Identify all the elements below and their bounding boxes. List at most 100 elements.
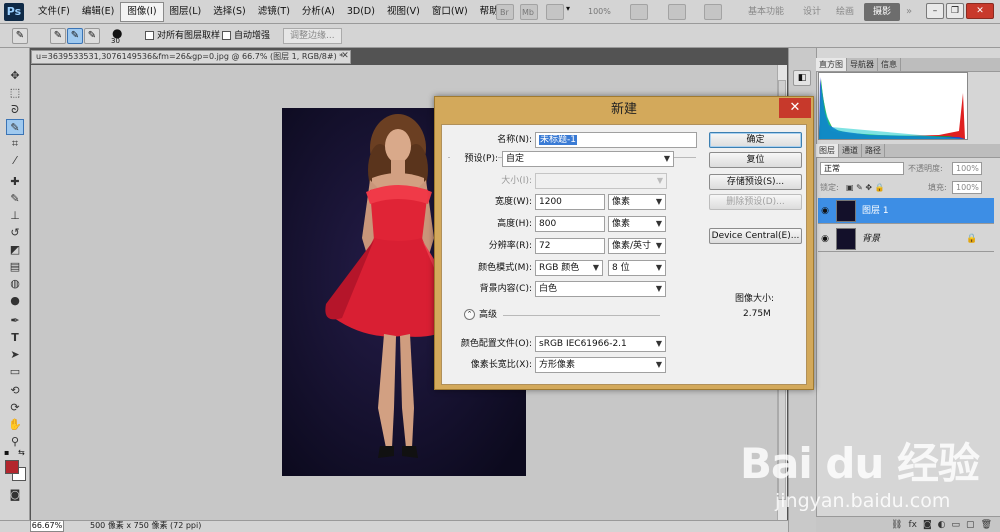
- close-icon[interactable]: ✕: [779, 98, 811, 118]
- tab-histogram[interactable]: 直方图: [816, 58, 847, 71]
- preset-select[interactable]: 自定 ▼: [502, 151, 674, 167]
- new-selection-icon[interactable]: ✎: [50, 28, 66, 44]
- eye-icon[interactable]: ◉: [818, 198, 832, 224]
- hand-tool-icon[interactable]: ✋: [6, 417, 24, 433]
- history-brush-tool-icon[interactable]: ↺: [6, 225, 24, 241]
- close-window-icon[interactable]: ✕: [966, 3, 994, 19]
- gradient-tool-icon[interactable]: ▤: [6, 259, 24, 275]
- tab-paths[interactable]: 路径: [862, 144, 885, 157]
- blur-tool-icon[interactable]: ◍: [6, 276, 24, 292]
- workspace-design[interactable]: 设计: [803, 0, 821, 24]
- pen-tool-icon[interactable]: ✒: [6, 313, 24, 329]
- screen-mode-icon[interactable]: [704, 4, 722, 20]
- height-input[interactable]: 800: [535, 216, 605, 232]
- workspace-photography[interactable]: 摄影: [864, 3, 900, 21]
- menu-select[interactable]: 选择(S): [207, 0, 251, 24]
- color-profile-select[interactable]: sRGB IEC61966-2.1 ▼: [535, 336, 666, 352]
- refine-edge-button[interactable]: 调整边缘...: [283, 28, 342, 44]
- fill-field[interactable]: 100%: [952, 181, 982, 194]
- eyedropper-tool-icon[interactable]: ⁄: [6, 153, 24, 169]
- crop-tool-icon[interactable]: ⌗: [6, 136, 24, 152]
- auto-enhance-checkbox[interactable]: [222, 31, 231, 40]
- menu-filter[interactable]: 滤镜(T): [252, 0, 296, 24]
- reset-button[interactable]: 复位: [709, 152, 802, 168]
- layer-row[interactable]: ◉ 图层 1: [818, 198, 994, 224]
- color-mode-select[interactable]: RGB 颜色 ▼: [535, 260, 603, 276]
- adjustments-panel-icon[interactable]: ◧: [793, 70, 811, 86]
- bridge-icon[interactable]: Br: [496, 4, 514, 20]
- lock-icons[interactable]: ▣ ✎ ✥ 🔒: [846, 181, 885, 194]
- eraser-tool-icon[interactable]: ◩: [6, 242, 24, 258]
- add-mask-icon[interactable]: ◙: [923, 517, 932, 532]
- document-tab[interactable]: u=3639533531,3076149536&fm=26&gp=0.jpg @…: [31, 50, 351, 64]
- menu-analysis[interactable]: 分析(A): [296, 0, 341, 24]
- 3d-orbit-tool-icon[interactable]: ⟳: [6, 400, 24, 416]
- marquee-tool-icon[interactable]: ⬚: [6, 85, 24, 101]
- menu-view[interactable]: 视图(V): [381, 0, 426, 24]
- minimize-icon[interactable]: –: [926, 3, 944, 19]
- eye-icon[interactable]: ◉: [818, 226, 832, 252]
- arrange-documents-icon[interactable]: [668, 4, 686, 20]
- zoom-level-menu[interactable]: 100%: [588, 0, 611, 24]
- tab-navigator[interactable]: 导航器: [847, 58, 878, 71]
- lasso-tool-icon[interactable]: ᘐ: [6, 102, 24, 118]
- device-central-button[interactable]: Device Central(E)...: [709, 228, 802, 244]
- delete-layer-icon[interactable]: 🗑: [981, 517, 992, 532]
- ok-button[interactable]: 确定: [709, 132, 802, 148]
- blend-mode-select[interactable]: 正常: [820, 162, 904, 175]
- width-unit-select[interactable]: 像素 ▼: [608, 194, 666, 210]
- quick-selection-tool-preset-icon[interactable]: ✎: [12, 28, 28, 44]
- move-tool-icon[interactable]: ✥: [6, 68, 24, 84]
- path-selection-tool-icon[interactable]: ➤: [6, 347, 24, 363]
- pixel-aspect-select[interactable]: 方形像素 ▼: [535, 357, 666, 373]
- height-unit-select[interactable]: 像素 ▼: [608, 216, 666, 232]
- sample-all-layers-checkbox[interactable]: [145, 31, 154, 40]
- workspace-painting[interactable]: 绘画: [836, 0, 854, 24]
- menu-file[interactable]: 文件(F): [32, 0, 76, 24]
- hand-view-icon[interactable]: [630, 4, 648, 20]
- width-input[interactable]: 1200: [535, 194, 605, 210]
- layer-row[interactable]: ◉ 背景 🔒: [818, 226, 994, 252]
- advanced-label[interactable]: 高级: [479, 307, 497, 323]
- healing-brush-tool-icon[interactable]: ✚: [6, 174, 24, 190]
- chevron-down-icon[interactable]: ▾: [566, 4, 578, 20]
- opacity-field[interactable]: 100%: [952, 162, 982, 175]
- menu-window[interactable]: 窗口(W): [426, 0, 474, 24]
- default-colors-icon[interactable]: ▪: [4, 448, 9, 457]
- restore-icon[interactable]: ❐: [946, 3, 964, 19]
- quick-selection-tool-icon[interactable]: ✎: [6, 119, 24, 135]
- menu-3d[interactable]: 3D(D): [341, 0, 381, 24]
- new-group-icon[interactable]: ▭: [952, 517, 961, 532]
- clone-stamp-tool-icon[interactable]: ⊥: [6, 208, 24, 224]
- tab-layers[interactable]: 图层: [816, 144, 839, 157]
- bit-depth-select[interactable]: 8 位 ▼: [608, 260, 666, 276]
- new-layer-icon[interactable]: ▢: [966, 517, 975, 532]
- tab-info[interactable]: 信息: [878, 58, 901, 71]
- mini-bridge-icon[interactable]: Mb: [520, 4, 538, 20]
- zoom-level-field[interactable]: 66.67%: [30, 520, 64, 532]
- layer-style-icon[interactable]: fx: [908, 517, 917, 532]
- type-tool-icon[interactable]: T: [6, 330, 24, 346]
- advanced-toggle-icon[interactable]: ⌃: [464, 309, 475, 320]
- foreground-color-swatch[interactable]: [5, 460, 19, 474]
- shape-tool-icon[interactable]: ▭: [6, 364, 24, 380]
- add-to-selection-icon[interactable]: ✎: [67, 28, 83, 44]
- name-input[interactable]: 未标题-1: [535, 132, 697, 148]
- workspace-essentials[interactable]: 基本功能: [748, 0, 784, 24]
- close-icon[interactable]: ✕: [340, 51, 350, 61]
- menu-edit[interactable]: 编辑(E): [76, 0, 120, 24]
- 3d-rotate-tool-icon[interactable]: ⟲: [6, 383, 24, 399]
- brush-tool-icon[interactable]: ✎: [6, 191, 24, 207]
- swap-colors-icon[interactable]: ⇆: [18, 448, 25, 457]
- tab-channels[interactable]: 通道: [839, 144, 862, 157]
- extras-icon[interactable]: [546, 4, 564, 20]
- subtract-from-selection-icon[interactable]: ✎: [84, 28, 100, 44]
- adjustment-layer-icon[interactable]: ◐: [938, 517, 946, 532]
- link-layers-icon[interactable]: ⛓: [891, 517, 902, 532]
- save-preset-button[interactable]: 存储预设(S)...: [709, 174, 802, 190]
- quick-mask-icon[interactable]: ◙: [6, 487, 24, 503]
- workspace-more-icon[interactable]: »: [906, 0, 912, 24]
- resolution-unit-select[interactable]: 像素/英寸 ▼: [608, 238, 666, 254]
- resolution-input[interactable]: 72: [535, 238, 605, 254]
- menu-layer[interactable]: 图层(L): [164, 0, 208, 24]
